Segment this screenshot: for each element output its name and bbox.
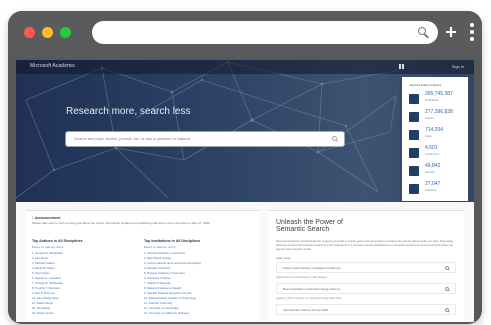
author-link[interactable]: 4. Elmar M. Mayer xyxy=(32,266,55,270)
entity-analytics-panel: Explore Entity Analytics 265,745,387 Pub… xyxy=(402,77,468,201)
top-institutions-subheading[interactable]: Based on Saliency rank ▾ xyxy=(144,245,176,249)
announcement-text: Please take care to visit our blog post … xyxy=(32,221,210,225)
example-query-text: John Neulen Carmen Group 2020 xyxy=(283,308,329,312)
author-link[interactable]: 6. Stephen L. Hackfuss xyxy=(32,276,61,280)
institution-link[interactable]: 7. Stanford University xyxy=(144,281,171,285)
document-icon xyxy=(409,94,419,104)
institution-link[interactable]: 11. Stanford University xyxy=(144,301,172,305)
signin-link[interactable]: Sign in xyxy=(452,64,464,69)
institution-link[interactable]: 3. Centre national de la recherche scien… xyxy=(144,261,201,265)
minimize-window-button[interactable] xyxy=(42,27,53,38)
author-link[interactable]: 12. Wei Zhang xyxy=(32,306,50,310)
book-icon xyxy=(409,130,419,140)
search-icon[interactable] xyxy=(418,27,426,35)
browser-window: Microsoft Academic Sign in Research more… xyxy=(8,11,482,324)
search-icon[interactable] xyxy=(332,136,337,141)
stat-row-publications[interactable]: 265,745,387 Publications xyxy=(409,91,463,107)
author-link[interactable]: 8. Timothy T. Dunleavy xyxy=(32,286,60,290)
stat-label: Authors xyxy=(425,117,434,120)
institution-link[interactable]: 4. Harvard University xyxy=(144,266,170,270)
example-query-meta: papers about in paired theory in RF cate… xyxy=(276,276,328,279)
address-bar[interactable] xyxy=(92,21,438,44)
author-link[interactable]: 1. George M. Whitesides xyxy=(32,251,63,255)
example-query-text: Best Angiofluten molecular biology Scien… xyxy=(283,287,341,291)
top-institutions-list: Top Institutions in All Disciplines Base… xyxy=(144,239,246,319)
zoom-window-button[interactable] xyxy=(60,27,71,38)
search-icon[interactable] xyxy=(445,308,449,312)
stat-label: Institutions xyxy=(425,189,437,192)
search-icon[interactable] xyxy=(445,266,449,270)
stat-row-institutions[interactable]: 27,047 Institutions xyxy=(409,181,463,197)
announcement-title: □ Announcement xyxy=(32,216,61,220)
institution-link[interactable]: 8. National Institutes of Health xyxy=(144,286,181,290)
stat-row-fields[interactable]: 714,204 Fields xyxy=(409,127,463,143)
institution-link[interactable]: 12. University of Cambridge xyxy=(144,306,179,310)
menu-icon[interactable] xyxy=(399,64,404,69)
search-input[interactable]: Search any topic, author, journal, etc. … xyxy=(66,132,344,146)
search-placeholder: Search any topic, author, journal, etc. … xyxy=(74,136,190,141)
author-link[interactable]: 11. Stefan Meyer xyxy=(32,301,53,305)
stat-row-journals[interactable]: 49,842 Journals xyxy=(409,163,463,179)
example-query-meta: papers by W son papers on molecular biol… xyxy=(276,297,342,300)
institution-link[interactable]: 9. Spanish National Research Council xyxy=(144,291,191,295)
top-authors-list: Top Authors in All Disciplines Based on … xyxy=(32,239,134,319)
institution-link[interactable]: 1. Chinese Academy of Sciences xyxy=(144,251,185,255)
stat-value: 277,396,838 xyxy=(425,109,453,115)
hero-title: Research more, search less xyxy=(66,106,191,117)
plus-icon[interactable] xyxy=(446,27,456,37)
semantic-search-panel: Unleash the Power of Semantic Search Mic… xyxy=(268,210,464,321)
author-link[interactable]: 10. Hao-Chang Chan xyxy=(32,296,58,300)
example-query-card[interactable]: John Neulen Carmen Group 2020 xyxy=(276,304,456,315)
stat-row-conferences[interactable]: 4,501 Conferences xyxy=(409,145,463,161)
stat-label: Journals xyxy=(425,171,435,174)
rankings-panel: □ Announcement Please take care to visit… xyxy=(26,210,260,321)
kebab-icon[interactable] xyxy=(470,23,474,41)
lightbulb-icon xyxy=(409,148,419,158)
stat-label: Publications xyxy=(425,99,439,102)
hero-section: Microsoft Academic Sign in Research more… xyxy=(16,60,474,202)
page-content: □ Announcement Please take care to visit… xyxy=(16,202,474,322)
feature-title-line1: Unleash the Power of xyxy=(276,219,343,226)
author-link[interactable]: 13. Robert Gross xyxy=(32,311,53,315)
stat-label: Fields xyxy=(425,135,432,138)
institution-link[interactable]: 6. University of Tokyo xyxy=(144,276,171,280)
search-icon[interactable] xyxy=(445,287,449,291)
stat-value: 714,204 xyxy=(425,127,444,133)
institution-link[interactable]: 2. Max Planck Society xyxy=(144,256,172,260)
top-authors-subheading[interactable]: Based on Saliency rank ▾ xyxy=(32,245,64,249)
feature-title-line2: Semantic Search xyxy=(276,226,330,233)
example-query-card[interactable]: Papers paired theory management Science xyxy=(276,262,456,273)
institution-link[interactable]: 10. Massachusetts Institute of Technolog… xyxy=(144,296,196,300)
page-viewport: Microsoft Academic Sign in Research more… xyxy=(16,60,474,322)
author-link[interactable]: 7. George M. Whitesides xyxy=(32,281,63,285)
example-query-card[interactable]: Best Angiofluten molecular biology Scien… xyxy=(276,283,456,294)
feature-description: Microsoft Academic understands the meani… xyxy=(276,239,454,251)
author-link[interactable]: 2. Ezio Boria xyxy=(32,256,48,260)
stat-value: 49,842 xyxy=(425,163,441,169)
institution-link[interactable]: 5. Russian Academy of Sciences xyxy=(144,271,185,275)
author-link[interactable]: 9. Eric P. Plummer xyxy=(32,291,55,295)
learn-more-link[interactable]: Learn more xyxy=(276,256,290,260)
entity-analytics-title: Explore Entity Analytics xyxy=(410,83,442,87)
top-institutions-heading: Top Institutions in All Disciplines xyxy=(144,239,201,243)
stat-value: 27,047 xyxy=(425,181,441,187)
site-logo[interactable]: Microsoft Academic xyxy=(30,63,75,69)
institution-link[interactable]: 13. University of California, Berkeley xyxy=(144,311,189,315)
browser-toolbar xyxy=(8,11,482,57)
site-header: Microsoft Academic Sign in xyxy=(16,60,474,74)
top-authors-heading: Top Authors in All Disciplines xyxy=(32,239,83,243)
stat-value: 4,501 xyxy=(425,145,438,151)
person-icon xyxy=(409,112,419,122)
author-link[interactable]: 5. Paul Cohen xyxy=(32,271,50,275)
institution-icon xyxy=(409,184,419,194)
close-window-button[interactable] xyxy=(24,27,35,38)
stat-row-authors[interactable]: 277,396,838 Authors xyxy=(409,109,463,125)
screenshot-stage: Microsoft Academic Sign in Research more… xyxy=(0,0,491,325)
journal-icon xyxy=(409,166,419,176)
example-query-text: Papers paired theory management Science xyxy=(283,266,341,270)
stat-value: 265,745,387 xyxy=(425,91,453,97)
stat-label: Conferences xyxy=(425,153,440,156)
author-link[interactable]: 3. Michael Grätzel xyxy=(32,261,55,265)
